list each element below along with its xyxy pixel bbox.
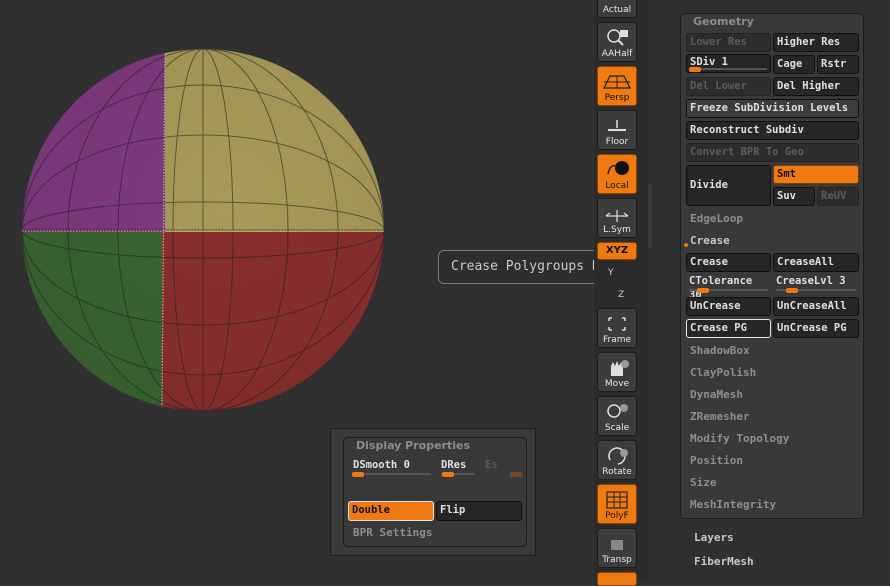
smt-toggle[interactable]: Smt	[773, 165, 859, 184]
floor-button[interactable]: Floor	[597, 110, 637, 150]
local-icon	[607, 161, 629, 175]
actual-button[interactable]: Actual	[597, 0, 637, 18]
position-section[interactable]: Position	[690, 454, 743, 467]
uncrease-pg-button[interactable]: UnCrease PG	[773, 319, 859, 338]
meshintegrity-section[interactable]: MeshIntegrity	[690, 498, 776, 511]
aahalf-button[interactable]: AAHalf	[597, 22, 637, 62]
shelf-scrollbar[interactable]	[648, 184, 652, 248]
del-higher-button[interactable]: Del Higher	[773, 77, 859, 96]
size-section[interactable]: Size	[690, 476, 717, 489]
layers-section[interactable]: Layers	[694, 531, 734, 544]
rotate-button[interactable]: Rotate	[597, 440, 637, 480]
rstr-button[interactable]: Rstr	[817, 55, 859, 74]
zremesher-section[interactable]: ZRemesher	[690, 410, 750, 423]
polyf-button[interactable]: PolyF	[597, 484, 637, 524]
perspective-icon	[602, 75, 632, 89]
reconstruct-subdiv-button[interactable]: Reconstruct Subdiv	[686, 121, 859, 140]
crease-all-button[interactable]: CreaseAll	[773, 253, 859, 272]
dsmooth-slider[interactable]: DSmooth 0	[350, 458, 434, 477]
crease-button[interactable]: Crease	[686, 253, 771, 272]
shadowbox-section[interactable]: ShadowBox	[690, 344, 750, 357]
transparency-icon	[611, 540, 623, 550]
del-lower-button[interactable]: Del Lower	[686, 77, 771, 96]
transp-button[interactable]: Transp	[597, 528, 637, 568]
bpr-settings-section[interactable]: BPR Settings	[353, 526, 432, 539]
rotate-icon	[608, 447, 628, 465]
sdiv-slider[interactable]: SDiv 1	[686, 54, 771, 73]
next-tool-button[interactable]	[597, 572, 637, 586]
polyframe-icon	[606, 491, 628, 509]
ctolerance-slider[interactable]: CTolerance 30	[686, 274, 771, 301]
move-button[interactable]: Move	[597, 352, 637, 392]
lower-res-button[interactable]: Lower Res	[686, 33, 771, 52]
crease-section[interactable]: Crease	[690, 234, 730, 247]
move-hand-icon	[611, 360, 629, 376]
higher-res-button[interactable]: Higher Res	[773, 33, 859, 52]
local-button[interactable]: Local	[597, 154, 637, 194]
axis-z-toggle[interactable]: Z	[618, 290, 624, 300]
fibermesh-section[interactable]: FiberMesh	[694, 555, 754, 568]
lsym-icon	[605, 210, 629, 222]
scale-button[interactable]: Scale	[597, 396, 637, 436]
frame-icon	[608, 317, 626, 331]
xyz-button[interactable]: XYZ	[597, 242, 637, 260]
frame-button[interactable]: Frame	[597, 308, 637, 348]
edgeloop-section[interactable]: EdgeLoop	[690, 212, 743, 225]
double-button[interactable]: Double	[348, 501, 434, 521]
aahalf-icon	[607, 29, 628, 46]
axis-y-toggle[interactable]: Y	[608, 268, 614, 278]
section-open-indicator	[684, 243, 688, 247]
geometry-palette: Geometry Lower Res Higher Res SDiv 1 Cag…	[680, 13, 864, 519]
scale-icon	[607, 404, 628, 418]
display-properties-title[interactable]: Display Properties	[356, 439, 470, 452]
convert-bpr-button[interactable]: Convert BPR To Geo	[686, 143, 859, 162]
dres-slider[interactable]: DRes	[438, 458, 478, 477]
freeze-subdivision-button[interactable]: Freeze SubDivision Levels	[686, 99, 859, 118]
geometry-title[interactable]: Geometry	[693, 15, 754, 28]
tool-shelf: Actual AAHalf Persp Floor Local L.Sym XY…	[594, 0, 648, 586]
dynamesh-section[interactable]: DynaMesh	[690, 388, 743, 401]
floor-icon	[608, 120, 626, 131]
crease-pg-button[interactable]: Crease PG	[686, 319, 771, 338]
divide-button[interactable]: Divide	[686, 165, 771, 206]
reuv-button[interactable]: ReUV	[817, 187, 859, 206]
display-properties-panel: Display Properties DSmooth 0 DRes Es Dou…	[330, 428, 536, 556]
suv-toggle[interactable]: Suv	[773, 187, 815, 206]
lsym-button[interactable]: L.Sym	[597, 198, 637, 238]
creaselvl-slider[interactable]: CreaseLvl 3	[773, 274, 859, 293]
cage-button[interactable]: Cage	[773, 55, 815, 74]
uncrease-all-button[interactable]: UnCreaseAll	[773, 297, 859, 316]
uncrease-button[interactable]: UnCrease	[686, 297, 771, 316]
claypolish-section[interactable]: ClayPolish	[690, 366, 756, 379]
persp-button[interactable]: Persp	[597, 66, 637, 106]
flip-button[interactable]: Flip	[436, 501, 522, 521]
modify-topology-section[interactable]: Modify Topology	[690, 432, 789, 445]
es-slider[interactable]: Es	[482, 458, 524, 477]
